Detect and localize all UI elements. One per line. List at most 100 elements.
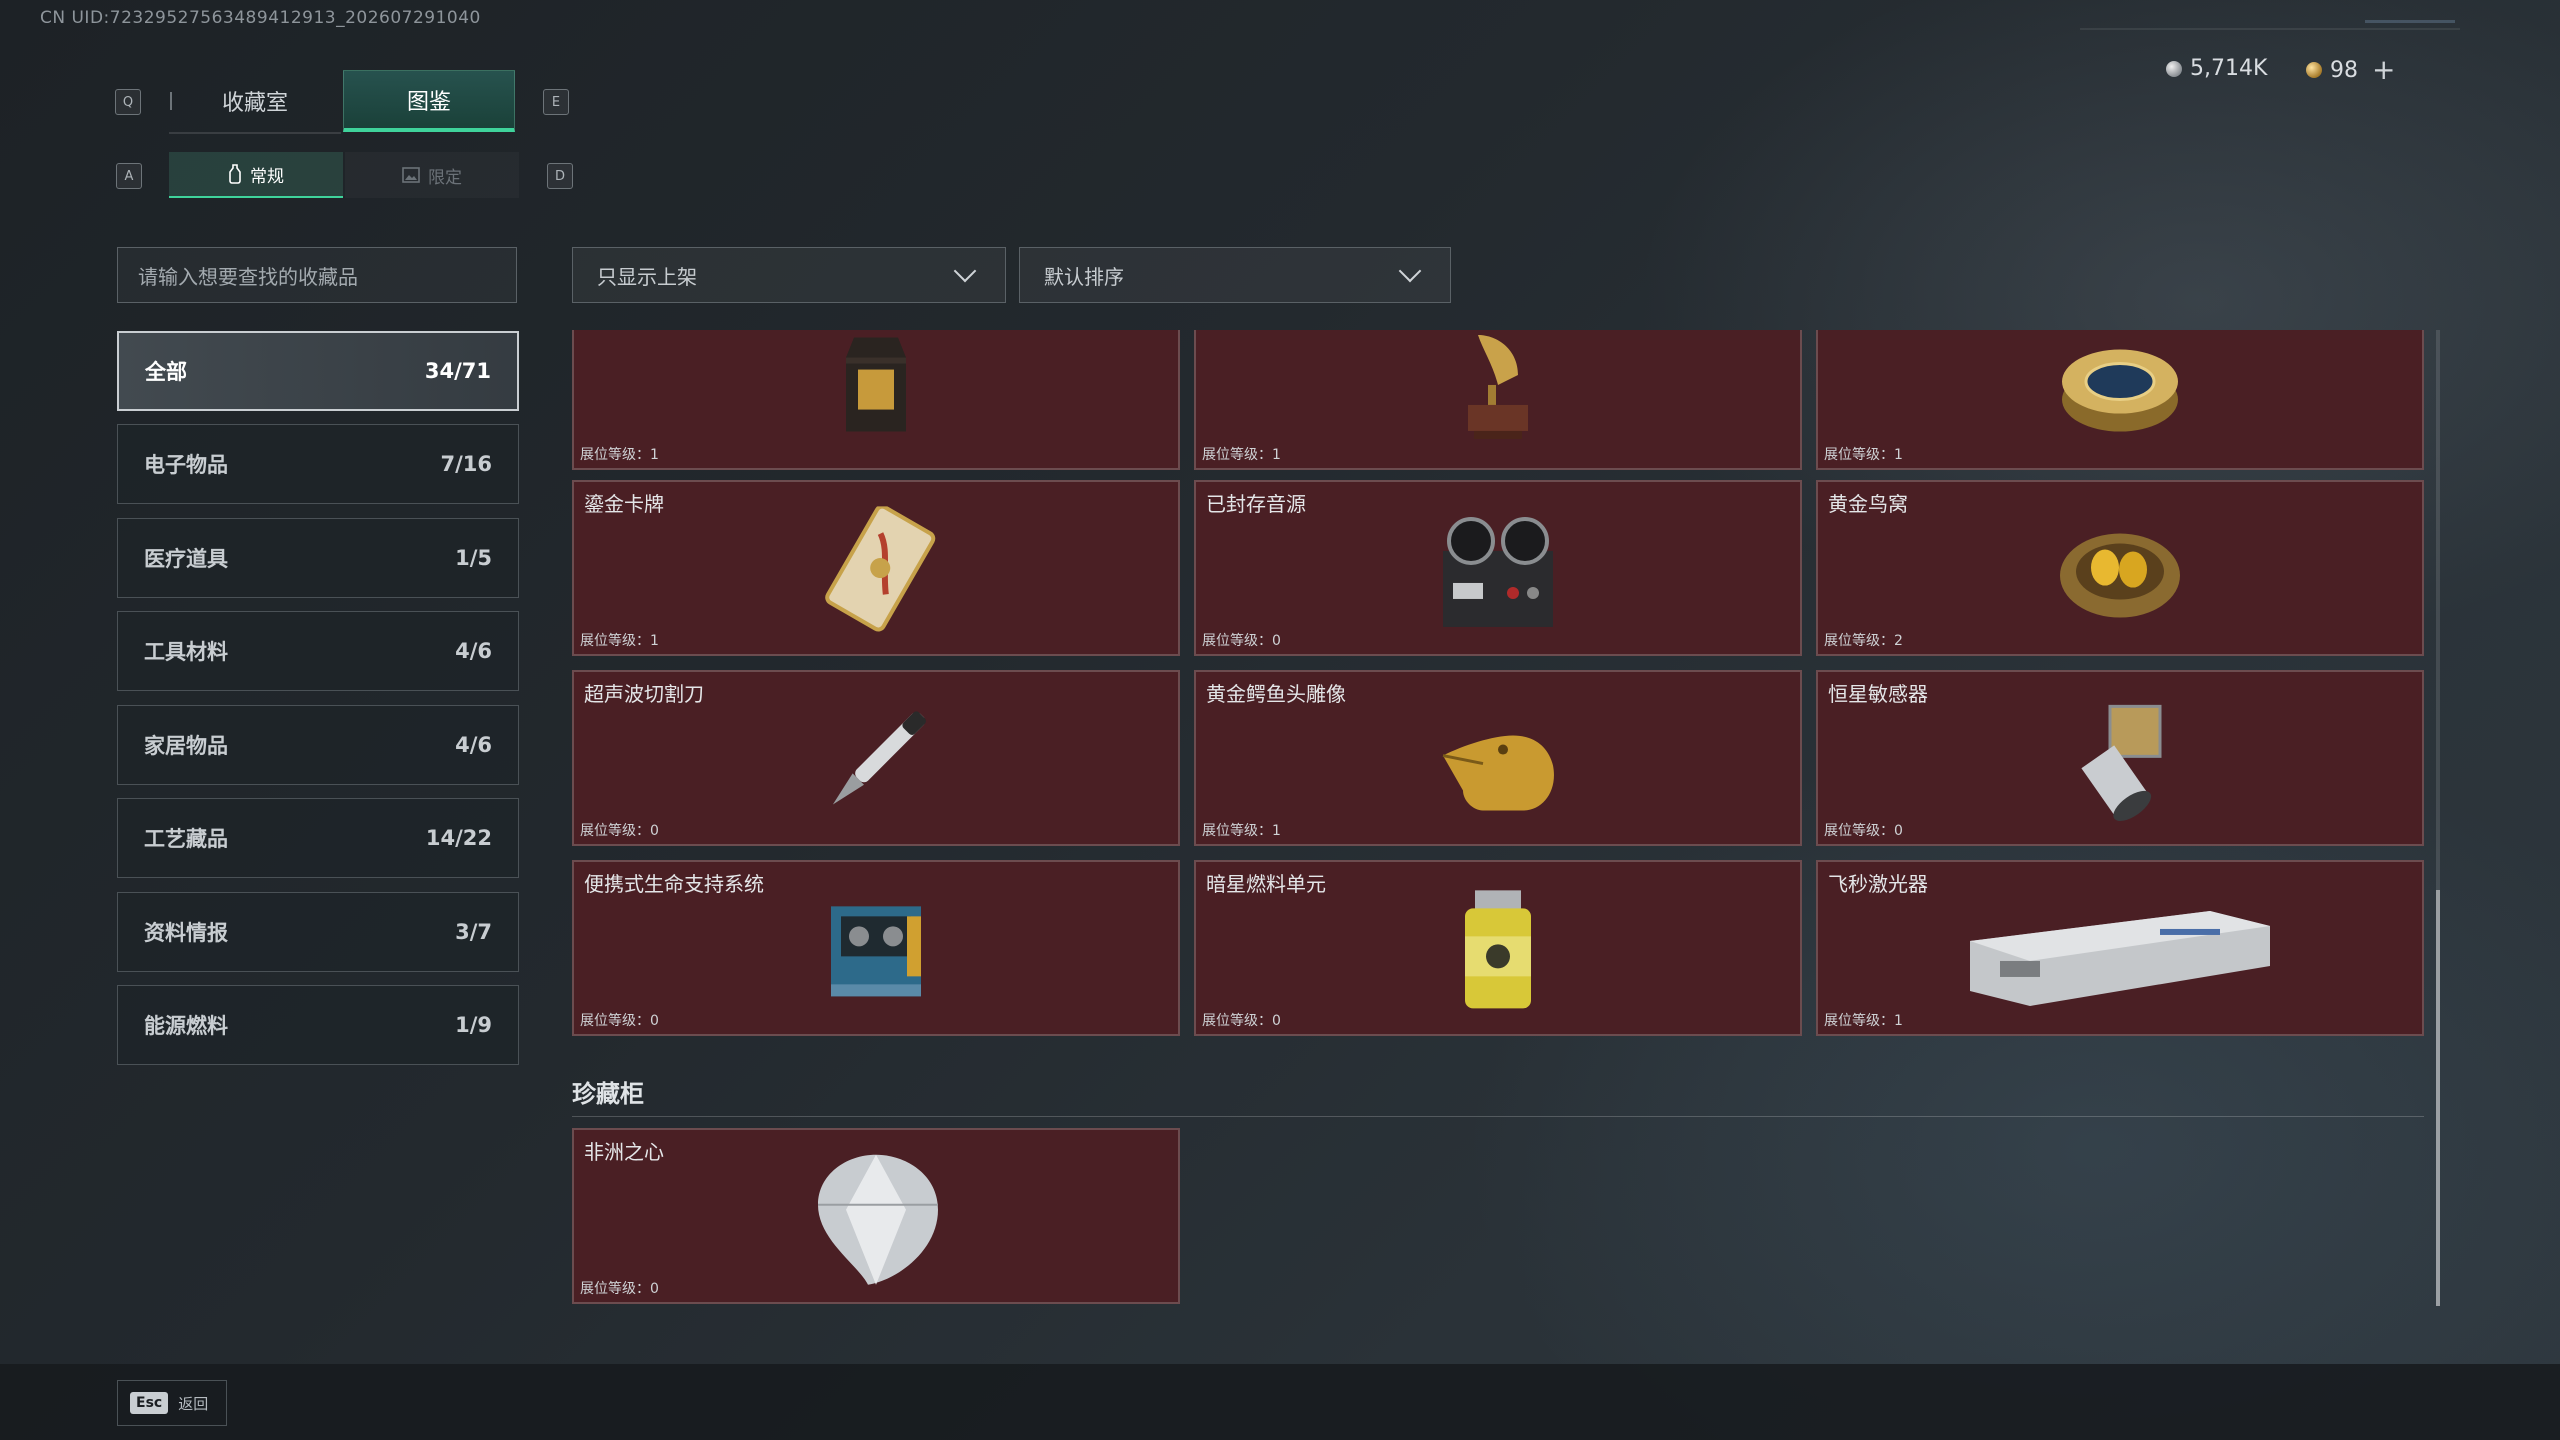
item-name: 便携式生命支持系统 bbox=[584, 872, 764, 896]
item-card-golden-crocodile[interactable]: 黄金鳄鱼头雕像 展位等级：1 bbox=[1194, 670, 1802, 846]
item-card-gramophone[interactable]: 展位等级：1 bbox=[1194, 330, 1802, 470]
item-card-ultrasonic-knife[interactable]: 超声波切割刀 展位等级：0 bbox=[572, 670, 1180, 846]
ultrasonic-knife-icon bbox=[816, 696, 936, 830]
level-prefix: 展位等级： bbox=[580, 1281, 650, 1297]
item-card-golden-nest[interactable]: 黄金鸟窝 展位等级：2 bbox=[1816, 480, 2424, 656]
item-name: 黄金鳄鱼头雕像 bbox=[1206, 682, 1346, 706]
subtab-regular[interactable]: 常规 bbox=[169, 152, 343, 198]
star-sensor-icon bbox=[2060, 696, 2180, 830]
back-button[interactable]: Esc 返回 bbox=[117, 1380, 227, 1426]
category-count: 14/22 bbox=[425, 826, 492, 850]
level-prefix: 展位等级： bbox=[580, 447, 650, 463]
scroll-thumb[interactable] bbox=[2436, 890, 2440, 1306]
level-value: 1 bbox=[650, 633, 659, 649]
item-name: 恒星敏感器 bbox=[1828, 682, 1928, 706]
chevron-down-icon bbox=[953, 259, 977, 283]
item-name: 超声波切割刀 bbox=[584, 682, 704, 706]
item-card-gilded-card[interactable]: 鎏金卡牌 展位等级：1 bbox=[572, 480, 1180, 656]
level-value: 2 bbox=[1894, 633, 1903, 649]
category-all[interactable]: 全部 34/71 bbox=[117, 331, 519, 411]
item-grid: 展位等级：1 展位等级：1 展位等级：1 鎏金卡牌 展位等级：1 已封存音源 展… bbox=[572, 330, 2424, 1310]
shelf-filter-dropdown[interactable]: 只显示上架 bbox=[572, 247, 1006, 303]
category-tools[interactable]: 工具材料 4/6 bbox=[117, 611, 519, 691]
category-medical[interactable]: 医疗道具 1/5 bbox=[117, 518, 519, 598]
level-prefix: 展位等级： bbox=[1202, 447, 1272, 463]
level-value: 0 bbox=[650, 823, 659, 839]
level-prefix: 展位等级： bbox=[1824, 1013, 1894, 1029]
category-energy[interactable]: 能源燃料 1/9 bbox=[117, 985, 519, 1065]
level-prefix: 展位等级： bbox=[1202, 823, 1272, 839]
item-level: 展位等级：1 bbox=[1824, 1010, 1903, 1030]
item-name: 暗星燃料单元 bbox=[1206, 872, 1326, 896]
sort-dropdown[interactable]: 默认排序 bbox=[1019, 247, 1451, 303]
add-currency-icon[interactable]: + bbox=[2372, 56, 2395, 84]
category-intel[interactable]: 资料情报 3/7 bbox=[117, 892, 519, 972]
category-electronics[interactable]: 电子物品 7/16 bbox=[117, 424, 519, 504]
picture-icon bbox=[402, 167, 420, 183]
category-count: 1/5 bbox=[455, 546, 492, 570]
gold-amount: 98 bbox=[2330, 57, 2358, 83]
level-value: 0 bbox=[650, 1281, 659, 1297]
grid-scrollbar[interactable] bbox=[2436, 330, 2440, 1306]
category-count: 4/6 bbox=[455, 733, 492, 757]
item-level: 展位等级：0 bbox=[580, 1278, 659, 1298]
tape-recorder-icon bbox=[1433, 511, 1563, 635]
item-level: 展位等级：0 bbox=[580, 1010, 659, 1030]
item-name: 飞秒激光器 bbox=[1828, 872, 1928, 896]
shelf-filter-value: 只显示上架 bbox=[597, 264, 697, 289]
golden-nest-icon bbox=[2055, 516, 2185, 630]
back-label: 返回 bbox=[178, 1394, 209, 1413]
category-crafts[interactable]: 工艺藏品 14/22 bbox=[117, 798, 519, 878]
category-count: 1/9 bbox=[455, 1013, 492, 1037]
subtab-limited[interactable]: 限定 bbox=[345, 152, 519, 198]
item-level: 展位等级：0 bbox=[580, 820, 659, 840]
category-count: 7/16 bbox=[440, 452, 492, 476]
key-d[interactable]: D bbox=[547, 163, 573, 189]
key-e[interactable]: E bbox=[543, 89, 569, 115]
vase-icon bbox=[229, 164, 241, 184]
silver-amount: 5,714K bbox=[2190, 56, 2268, 81]
gold-currency: 98 + bbox=[2306, 56, 2395, 84]
level-prefix: 展位等级： bbox=[1824, 823, 1894, 839]
top-decor-accent bbox=[2365, 20, 2455, 23]
item-card-coffee[interactable]: 展位等级：1 bbox=[572, 330, 1180, 470]
item-name: 黄金鸟窝 bbox=[1828, 492, 1908, 516]
gilded-card-icon bbox=[806, 504, 946, 640]
level-value: 1 bbox=[1894, 1013, 1903, 1029]
search-placeholder: 请输入想要查找的收藏品 bbox=[138, 264, 358, 289]
treasure-cabinet-section: 珍藏柜 bbox=[572, 1072, 2424, 1117]
category-label: 资料情报 bbox=[144, 921, 228, 945]
category-label: 能源燃料 bbox=[144, 1014, 228, 1038]
item-card-caviar[interactable]: 展位等级：1 bbox=[1816, 330, 2424, 470]
level-prefix: 展位等级： bbox=[580, 633, 650, 649]
category-household[interactable]: 家居物品 4/6 bbox=[117, 705, 519, 785]
key-q[interactable]: Q bbox=[115, 89, 141, 115]
chevron-down-icon bbox=[1398, 259, 1422, 283]
item-card-fuel-cell[interactable]: 暗星燃料单元 展位等级：0 bbox=[1194, 860, 1802, 1036]
key-a[interactable]: A bbox=[116, 163, 142, 189]
item-card-heart-of-africa[interactable]: 非洲之心 展位等级：0 bbox=[572, 1128, 1180, 1304]
item-card-life-support[interactable]: 便携式生命支持系统 展位等级：0 bbox=[572, 860, 1180, 1036]
section-title: 珍藏柜 bbox=[572, 1080, 644, 1108]
level-value: 1 bbox=[1272, 447, 1281, 463]
item-level: 展位等级：1 bbox=[580, 630, 659, 650]
item-card-star-sensor[interactable]: 恒星敏感器 展位等级：0 bbox=[1816, 670, 2424, 846]
level-prefix: 展位等级： bbox=[1202, 1013, 1272, 1029]
tab-codex[interactable]: 图鉴 bbox=[343, 70, 515, 132]
category-count: 34/71 bbox=[424, 359, 491, 383]
tab-collection-room[interactable]: 收藏室 bbox=[169, 70, 341, 134]
level-prefix: 展位等级： bbox=[580, 823, 650, 839]
item-level: 展位等级：0 bbox=[1202, 630, 1281, 650]
esc-key-icon: Esc bbox=[130, 1392, 169, 1414]
search-input[interactable]: 请输入想要查找的收藏品 bbox=[117, 247, 517, 303]
item-card-sealed-audio[interactable]: 已封存音源 展位等级：0 bbox=[1194, 480, 1802, 656]
category-label: 电子物品 bbox=[144, 453, 228, 477]
item-name: 非洲之心 bbox=[584, 1140, 664, 1164]
category-count: 4/6 bbox=[455, 639, 492, 663]
item-card-femtosecond-laser[interactable]: 飞秒激光器 展位等级：1 bbox=[1816, 860, 2424, 1036]
level-prefix: 展位等级： bbox=[580, 1013, 650, 1029]
caviar-tin-icon bbox=[2060, 330, 2180, 444]
level-prefix: 展位等级： bbox=[1202, 633, 1272, 649]
diamond-icon bbox=[806, 1150, 946, 1294]
sort-value: 默认排序 bbox=[1044, 264, 1124, 289]
